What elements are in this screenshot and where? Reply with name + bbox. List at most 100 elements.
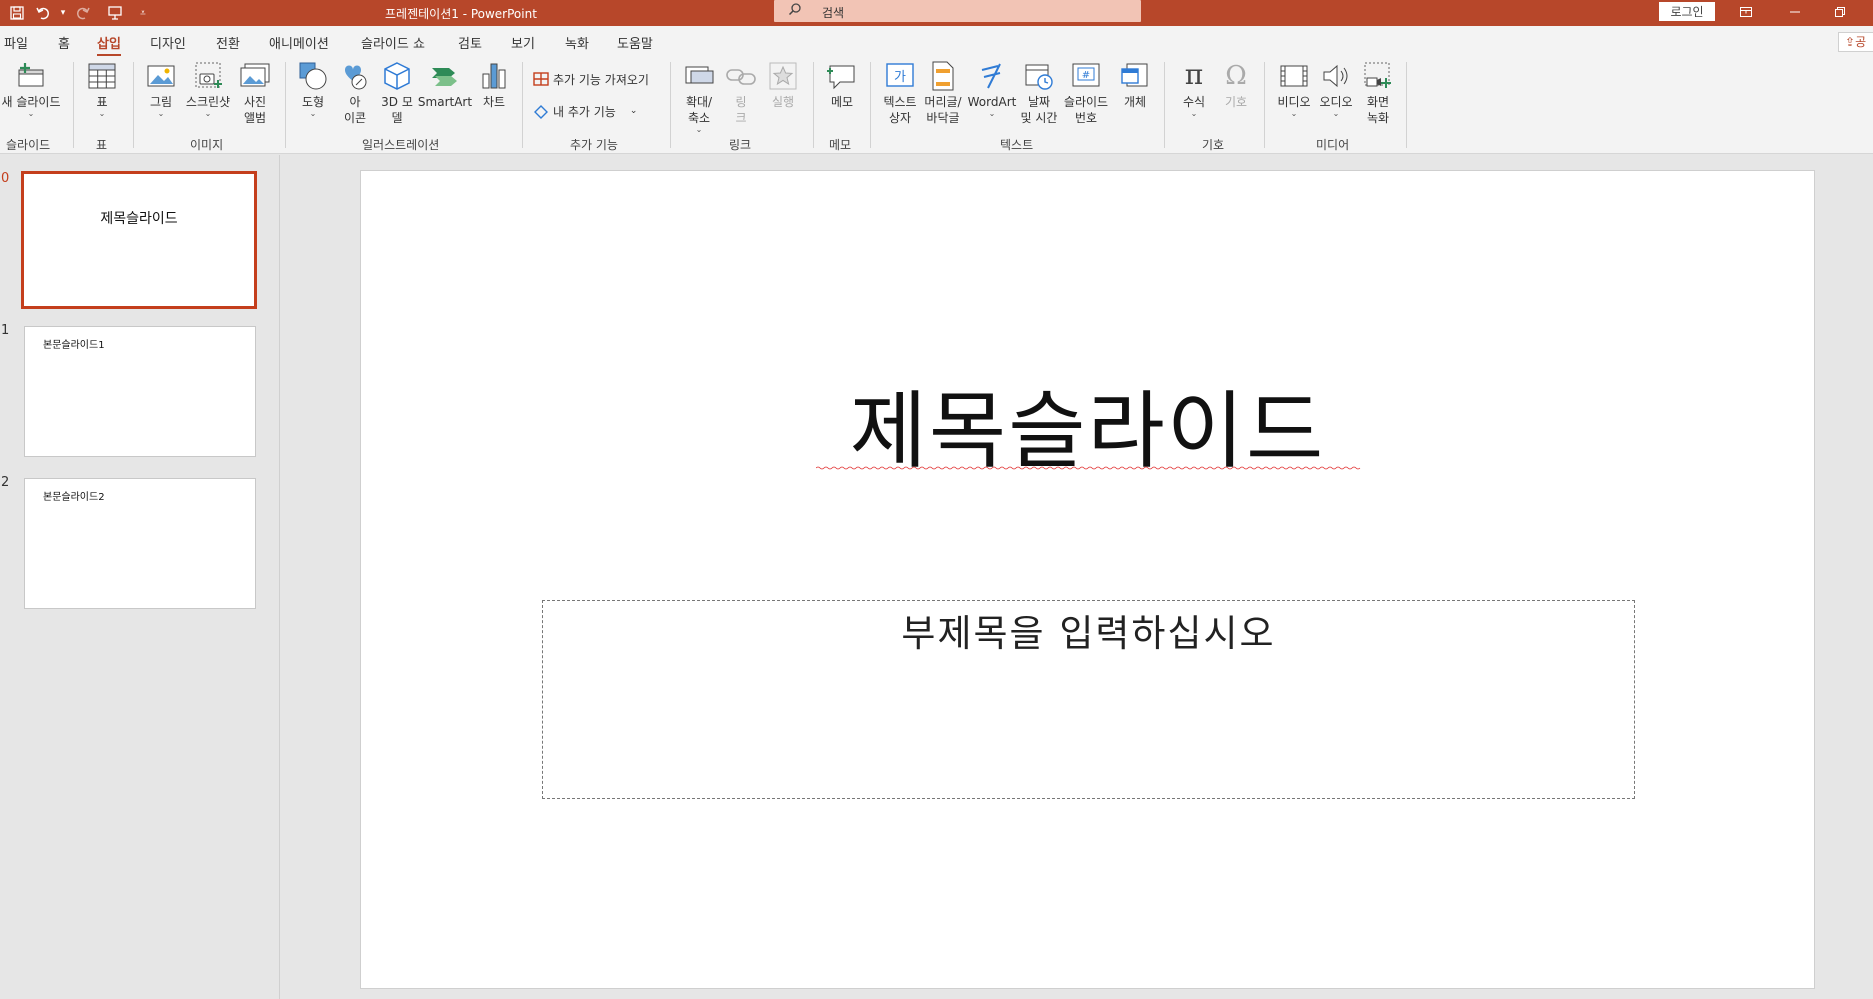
chart-button[interactable]: 차트	[477, 60, 511, 110]
shapes-button[interactable]: 도형 ⌄	[296, 60, 330, 118]
my-addins-label: 내 추가 기능	[553, 104, 616, 119]
thumbnail-title: 본문슬라이드2	[43, 492, 105, 503]
link-button[interactable]: 링 크	[724, 60, 758, 126]
screenshot-button[interactable]: 스크린샷 ⌄	[182, 60, 234, 118]
audio-button[interactable]: 오디오 ⌄	[1316, 60, 1356, 118]
smartart-button[interactable]: SmartArt	[417, 60, 473, 110]
save-icon[interactable]	[6, 3, 28, 23]
icons-button[interactable]: 아 이콘	[338, 60, 372, 126]
calendar-icon	[1025, 64, 1053, 90]
tab-slideshow[interactable]: 슬라이드 쇼	[361, 33, 425, 52]
picture-label: 그림	[149, 95, 173, 109]
group-separator	[522, 62, 523, 148]
textbox-button[interactable]: 가 텍스트 상자	[878, 60, 922, 126]
table-button[interactable]: 표 ⌄	[86, 60, 118, 118]
group-label-addins: 추가 기능	[570, 138, 618, 152]
tab-insert[interactable]: 삽입	[97, 33, 121, 57]
group-separator	[73, 62, 74, 148]
screenshot-label: 스크린샷	[185, 95, 231, 109]
slide-canvas[interactable]: 제목슬라이드 부제목을 입력하십시오	[360, 170, 1815, 989]
chevron-down-icon: ⌄	[204, 109, 212, 118]
thumbnail-title: 본문슬라이드1	[43, 340, 105, 351]
photo-album-button[interactable]: 사진 앨범	[236, 60, 274, 126]
tab-animations[interactable]: 애니메이션	[269, 33, 329, 52]
chevron-down-icon: ⌄	[1290, 109, 1298, 118]
date-time-button[interactable]: 날짜 및 시간	[1018, 60, 1060, 126]
tab-review[interactable]: 검토	[458, 33, 482, 52]
thumbnail-number: 1	[1, 323, 10, 338]
object-button[interactable]: 개체	[1118, 60, 1152, 110]
header-footer-icon	[932, 61, 954, 91]
ribbon-display-options-icon[interactable]	[1733, 2, 1759, 22]
search-placeholder: 검색	[822, 6, 845, 20]
slide-number-button[interactable]: # 슬라이드 번호	[1060, 60, 1112, 126]
tab-transitions[interactable]: 전환	[216, 33, 240, 52]
new-slide-label: 새 슬라이드	[1, 95, 61, 109]
zoom-icon	[685, 66, 714, 84]
slide-thumbnail-pane: 0 제목슬라이드 1 본문슬라이드1 2 본문슬라이드2	[0, 155, 280, 999]
photo-album-icon	[240, 63, 270, 87]
undo-icon[interactable]	[32, 3, 54, 23]
smartart-label: SmartArt	[417, 95, 473, 109]
group-separator	[813, 62, 814, 148]
svg-text:#: #	[1082, 70, 1090, 81]
subtitle-placeholder-box[interactable]: 부제목을 입력하십시오	[542, 600, 1635, 799]
customize-icon[interactable]: ⩡	[132, 3, 154, 23]
start-from-beginning-icon[interactable]	[104, 3, 126, 23]
tab-home[interactable]: 홈	[58, 33, 70, 52]
tab-view[interactable]: 보기	[511, 33, 535, 52]
equation-button[interactable]: π 수식 ⌄	[1176, 60, 1212, 118]
link-label: 링 크	[735, 95, 747, 125]
tab-design[interactable]: 디자인	[150, 33, 186, 52]
object-label: 개체	[1123, 95, 1147, 109]
screen-recording-icon	[1364, 62, 1391, 88]
group-label-illustrations: 일러스트레이션	[362, 138, 440, 152]
restore-icon[interactable]	[1827, 2, 1853, 22]
tab-file[interactable]: 파일	[4, 33, 28, 52]
thumbnail-title: 제목슬라이드	[100, 211, 178, 227]
comment-button[interactable]: 메모	[824, 60, 860, 110]
smartart-icon	[432, 68, 457, 86]
undo-dropdown-icon[interactable]: ▾	[52, 3, 74, 23]
video-button[interactable]: 비디오 ⌄	[1274, 60, 1314, 118]
screen-recording-button[interactable]: 화면 녹화	[1358, 60, 1398, 126]
picture-button[interactable]: 그림 ⌄	[144, 60, 178, 118]
chevron-down-icon: ⌄	[157, 109, 165, 118]
ribbon: 새 슬라이드 ⌄ 슬라이드 표 ⌄ 표 그림 ⌄ 스크린샷 ⌄ 사진 앨범 이미…	[0, 56, 1873, 154]
symbol-label: 기호	[1224, 95, 1248, 109]
tab-record[interactable]: 녹화	[565, 33, 589, 52]
redo-icon[interactable]	[72, 3, 94, 23]
3d-models-button[interactable]: 3D 모 델	[379, 60, 415, 126]
thumbnail-slide-2[interactable]: 본문슬라이드2	[24, 478, 256, 609]
3d-models-label: 3D 모 델	[381, 95, 413, 125]
my-addins-button[interactable]: 내 추가 기능 ⌄	[532, 102, 637, 120]
symbol-button[interactable]: Ω 기호	[1218, 60, 1254, 110]
thumbnail-slide-1[interactable]: 본문슬라이드1	[24, 326, 256, 457]
svg-text:가: 가	[894, 70, 906, 85]
login-button[interactable]: 로그인	[1659, 2, 1715, 21]
group-label-comments: 메모	[829, 138, 852, 152]
spellcheck-underline	[816, 466, 1361, 470]
cube-icon	[384, 62, 410, 90]
minimize-icon[interactable]	[1782, 2, 1808, 22]
thumbnail-number: 0	[1, 171, 10, 186]
action-button[interactable]: 실행	[766, 60, 800, 110]
header-footer-button[interactable]: 머리글/ 바닥글	[920, 60, 966, 126]
chevron-down-icon: ⌄	[1332, 109, 1340, 118]
tab-help[interactable]: 도움말	[617, 33, 653, 52]
audio-label: 오디오	[1319, 95, 1353, 109]
zoom-button[interactable]: 확대/ 축소 ⌄	[680, 60, 718, 134]
share-button[interactable]: ⇪공	[1838, 32, 1873, 52]
group-label-symbols: 기호	[1202, 138, 1225, 152]
wordart-button[interactable]: WordArt ⌄	[966, 60, 1018, 118]
get-addins-label: 추가 기능 가져오기	[553, 72, 649, 87]
get-addins-button[interactable]: 추가 기능 가져오기	[532, 70, 649, 88]
thumbnail-slide-0[interactable]: 제목슬라이드	[21, 171, 257, 309]
table-label: 표	[96, 95, 108, 109]
search-input[interactable]: 검색	[774, 0, 1141, 22]
share-label: 공	[1855, 35, 1867, 49]
share-icon: ⇪	[1845, 35, 1856, 49]
group-label-text: 텍스트	[1000, 138, 1034, 152]
link-icon	[726, 69, 756, 85]
new-slide-button[interactable]: 새 슬라이드 ⌄	[0, 60, 62, 118]
